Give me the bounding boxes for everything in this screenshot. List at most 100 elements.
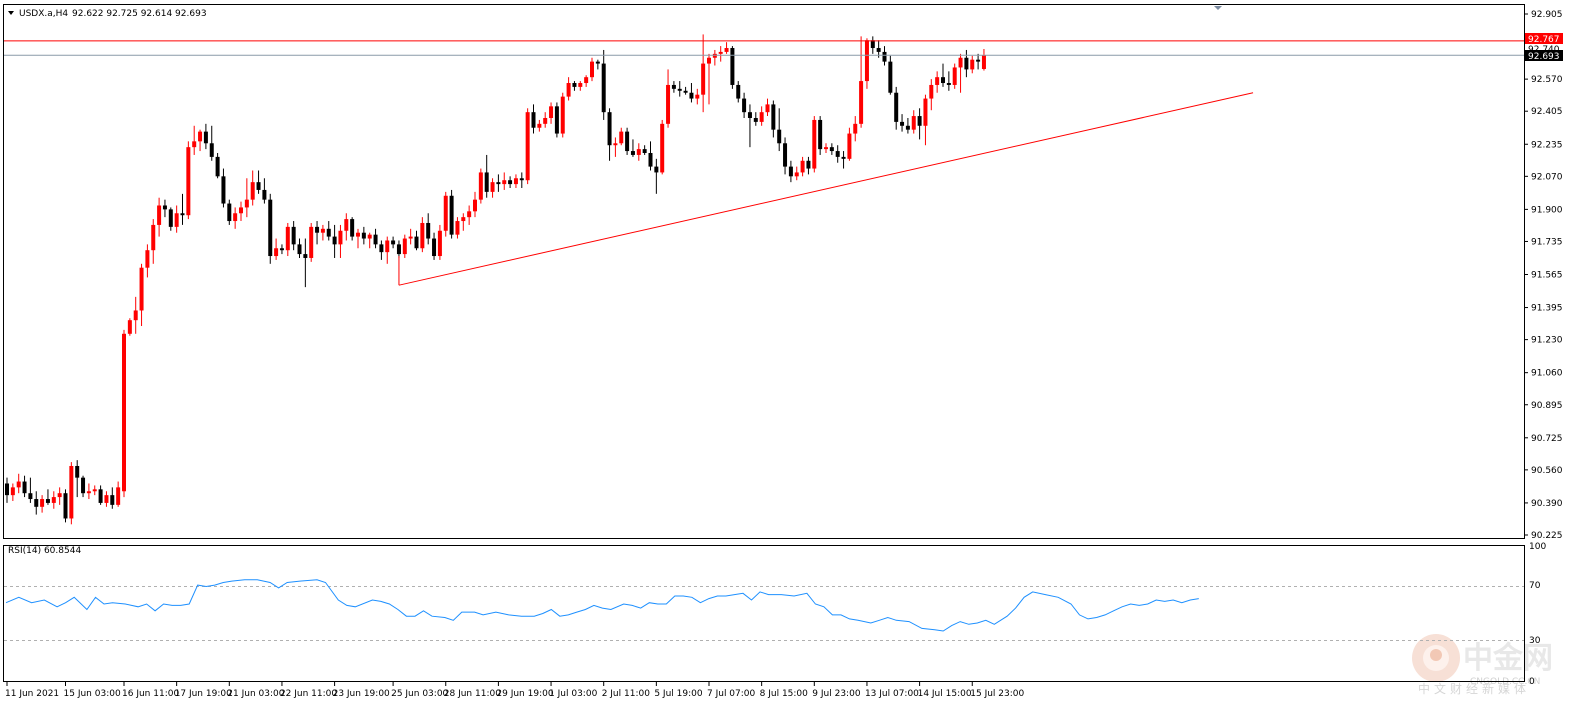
candle-body	[747, 112, 752, 119]
candle-body	[701, 63, 706, 95]
candle-body	[157, 205, 162, 225]
candle-body	[847, 133, 852, 159]
candle-body	[601, 63, 606, 113]
candle-body	[543, 118, 548, 124]
candle	[560, 92, 565, 138]
candle-body	[437, 230, 442, 257]
candle-body	[285, 226, 290, 251]
time-tick-label: 21 Jun 03:00	[227, 689, 284, 699]
candle-body	[262, 189, 267, 200]
candle-body	[373, 234, 378, 245]
price-tick-label: 92.235	[1531, 140, 1563, 150]
candle-body	[695, 94, 700, 99]
candle-body	[203, 131, 208, 144]
candle-body	[344, 219, 349, 231]
candle-body	[876, 48, 881, 52]
candle-body	[783, 143, 788, 167]
candle-body	[332, 236, 337, 245]
candle-body	[554, 106, 559, 134]
candle	[449, 189, 454, 239]
candle-body	[613, 143, 618, 146]
candle-body	[794, 172, 799, 177]
candle-body	[841, 156, 846, 159]
rsi-tick: 70	[1529, 581, 1541, 591]
candle-body	[508, 180, 513, 185]
candle-body	[408, 236, 413, 239]
candle-body	[180, 213, 185, 216]
candle-body	[297, 244, 302, 255]
price-tick-label: 92.405	[1531, 107, 1563, 117]
candle-body	[560, 96, 565, 134]
candle-body	[239, 207, 243, 214]
candle-body	[578, 83, 583, 87]
candle-body	[513, 178, 518, 185]
candle-body	[443, 195, 448, 231]
candle-body	[455, 221, 460, 235]
ohlc-label: 92.622 92.725 92.614 92.693	[72, 9, 207, 19]
candle-body	[75, 465, 80, 478]
candle-body	[356, 232, 360, 237]
candle-body	[402, 238, 407, 255]
candle-body	[426, 222, 431, 239]
candle-body	[888, 61, 893, 93]
candle-body	[98, 489, 103, 503]
candle-body	[625, 131, 630, 152]
candle-body	[391, 240, 396, 245]
candle-body	[654, 166, 659, 173]
candle-body	[531, 112, 536, 128]
rsi-tick: 100	[1529, 542, 1546, 552]
candle-body	[192, 141, 197, 148]
candle-body	[502, 180, 507, 185]
candle-body	[45, 499, 50, 503]
candle-body	[929, 84, 934, 99]
candle-body	[964, 57, 969, 70]
candle-body	[34, 499, 39, 507]
candle-body	[291, 226, 296, 245]
candle-body	[595, 61, 600, 64]
candle-body	[952, 67, 957, 85]
candle	[268, 193, 273, 264]
candle-body	[227, 203, 232, 222]
time-tick-label: 29 Jun 19:00	[496, 689, 553, 699]
candle-body	[320, 228, 325, 233]
candle-body	[396, 244, 401, 255]
candle-body	[233, 213, 238, 222]
watermark-subtitle: 中文财经新媒体	[1418, 681, 1530, 696]
time-tick-label: 2 Jul 11:00	[602, 689, 651, 699]
candle-body	[139, 267, 144, 311]
candle	[443, 191, 448, 237]
time-tick-label: 15 Jul 23:00	[970, 689, 1024, 699]
rsi-label: RSI(14) 60.8544	[8, 546, 81, 556]
candle-body	[28, 493, 33, 500]
time-tick-label: 22 Jun 11:00	[280, 689, 337, 699]
candle-body	[818, 119, 823, 150]
price-tick-label: 90.560	[1531, 466, 1563, 476]
chart-header: USDX.a,H4 92.622 92.725 92.614 92.693	[8, 9, 207, 19]
candle-body	[449, 195, 454, 235]
candle-body	[309, 226, 314, 258]
candle	[186, 141, 191, 220]
candle-body	[900, 121, 905, 126]
candle-body	[882, 51, 887, 62]
candle-body	[116, 487, 121, 505]
candle-body	[63, 493, 68, 519]
candle-body	[467, 211, 472, 218]
candle-body	[671, 84, 676, 89]
candle-body	[607, 112, 612, 146]
candle-body	[870, 40, 875, 49]
candle-body	[478, 172, 483, 200]
candle-body	[326, 228, 331, 237]
candle-body	[461, 217, 466, 222]
candle-body	[566, 83, 571, 97]
candle	[122, 329, 126, 498]
candle-body	[361, 232, 366, 239]
candle-body	[736, 84, 741, 99]
candle	[309, 222, 314, 262]
candle-body	[367, 234, 372, 239]
candle-body	[666, 84, 671, 124]
candle-body	[946, 83, 951, 85]
candle-body	[268, 199, 273, 257]
rsi-tick: 0	[1529, 677, 1535, 687]
candle	[818, 116, 823, 155]
candle-body	[490, 182, 495, 192]
